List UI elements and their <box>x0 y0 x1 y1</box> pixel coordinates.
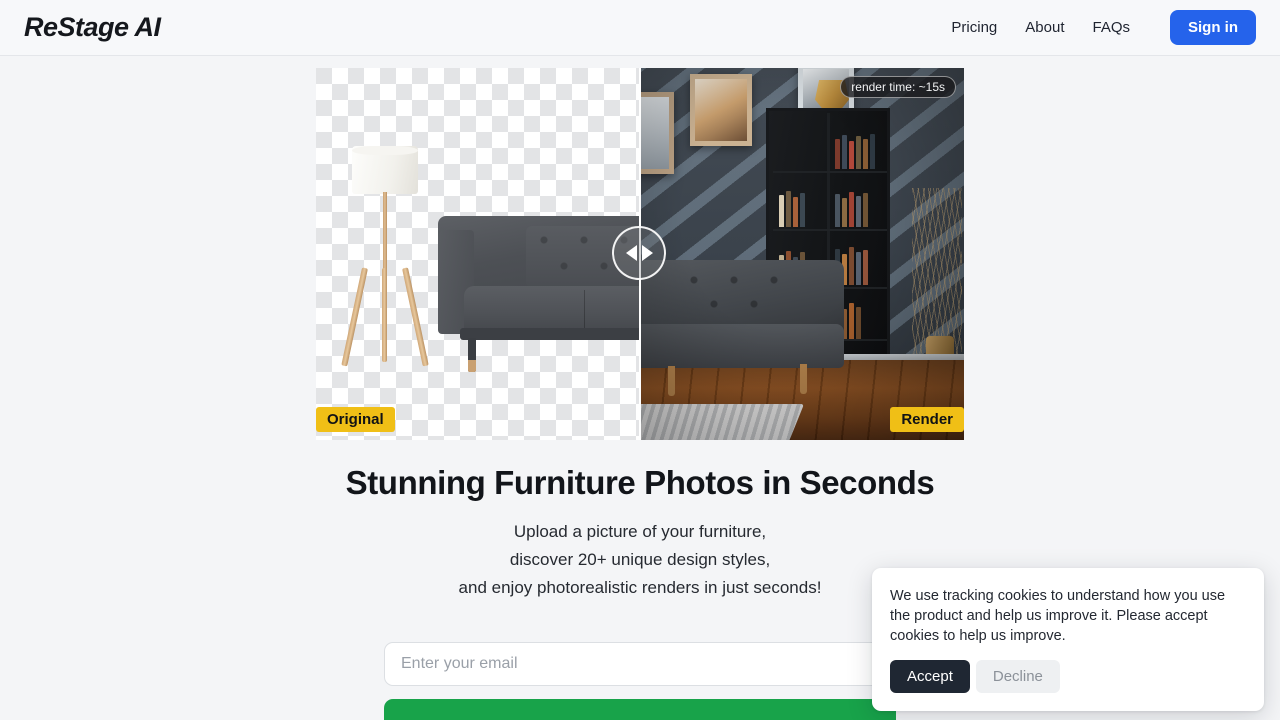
book <box>856 196 861 227</box>
render-time-badge: render time: ~15s <box>840 76 956 98</box>
book-row <box>835 191 883 227</box>
book <box>849 192 854 227</box>
book <box>793 197 798 227</box>
subcopy-line-1: Upload a picture of your furniture, <box>513 522 767 541</box>
book <box>849 141 854 169</box>
book <box>800 193 805 227</box>
lamp-leg-shape <box>382 268 387 362</box>
sofa-backrest <box>640 260 844 334</box>
before-after-comparison[interactable]: render time: ~15s Render Original <box>316 68 964 440</box>
wall-art-frame <box>690 74 752 146</box>
sofa-base <box>460 328 668 340</box>
sign-in-button[interactable]: Sign in <box>1170 10 1256 45</box>
book <box>863 250 868 285</box>
render-tag: Render <box>890 407 964 432</box>
book <box>835 194 840 227</box>
nav-item-about[interactable]: About <box>1025 19 1064 36</box>
bookcase-shelf <box>773 229 887 231</box>
book <box>786 191 791 227</box>
arrow-right-icon <box>641 245 653 261</box>
book <box>856 307 861 339</box>
book <box>863 193 868 227</box>
bookcase-shelf <box>773 171 887 173</box>
book <box>849 247 854 285</box>
email-input[interactable] <box>384 642 896 686</box>
sofa-leg <box>468 338 476 372</box>
nav-item-pricing[interactable]: Pricing <box>951 19 997 36</box>
comparison-slider-handle[interactable] <box>612 226 666 280</box>
book <box>849 303 854 339</box>
book <box>835 139 840 169</box>
book <box>842 198 847 227</box>
lamp-shade-shape <box>352 146 418 194</box>
cookie-actions: Accept Decline <box>890 660 1246 693</box>
site-header: ReStage AI Pricing About FAQs Sign in <box>0 0 1280 56</box>
book-row <box>835 133 883 169</box>
book <box>856 136 861 169</box>
get-started-button[interactable] <box>384 699 896 720</box>
rendered-room-scene <box>640 68 964 440</box>
signup-form <box>384 642 896 720</box>
sofa-leg <box>668 366 675 396</box>
dried-grass-plant <box>912 188 962 358</box>
sofa-leg <box>800 364 807 394</box>
main-nav: Pricing About FAQs Sign in <box>951 10 1256 45</box>
book <box>870 134 875 169</box>
arrow-left-icon <box>625 245 637 261</box>
cookie-message: We use tracking cookies to understand ho… <box>890 588 1226 644</box>
nav-item-faqs[interactable]: FAQs <box>1092 19 1130 36</box>
wall-art-frame <box>640 92 674 174</box>
brand-logo[interactable]: ReStage AI <box>24 12 161 43</box>
book <box>863 139 868 169</box>
lamp-leg-shape <box>341 267 368 367</box>
book <box>779 195 784 227</box>
rendered-sofa <box>640 260 844 396</box>
sofa-seat-cushion <box>640 324 844 368</box>
cookie-consent-banner: We use tracking cookies to understand ho… <box>872 568 1264 711</box>
book <box>856 252 861 285</box>
cookie-accept-button[interactable]: Accept <box>890 660 970 693</box>
book-row <box>779 189 823 227</box>
area-rug <box>640 404 805 440</box>
original-tag: Original <box>316 407 395 432</box>
book <box>842 135 847 169</box>
render-image-panel: render time: ~15s Render <box>640 68 964 440</box>
lamp-leg-shape <box>402 267 429 367</box>
cookie-decline-button[interactable]: Decline <box>975 660 1060 693</box>
page-title: Stunning Furniture Photos in Seconds <box>345 464 935 501</box>
